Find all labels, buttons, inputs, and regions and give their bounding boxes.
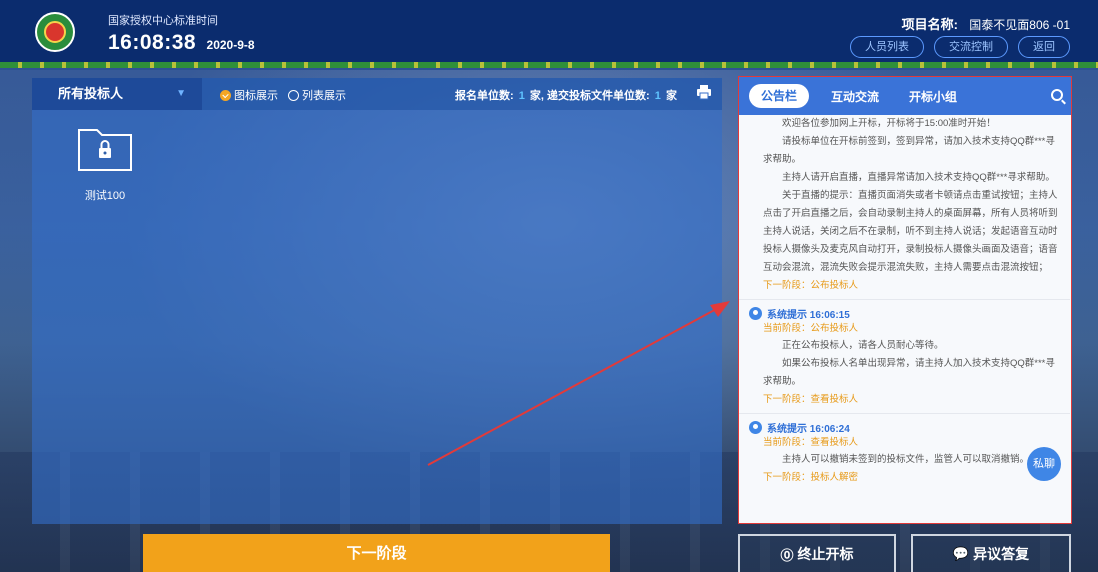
emblem-logo [35, 12, 75, 52]
message-line: 正在公布投标人，请各人员耐心等待。 [782, 340, 944, 351]
bidder-folder[interactable]: 测试100 [77, 126, 137, 203]
header-buttons: 人员列表 交流控制 返回 [850, 36, 1070, 58]
tab-interaction[interactable]: 互动交流 [831, 88, 879, 105]
tab-bid-team[interactable]: 开标小组 [909, 88, 957, 105]
system-message-title: 系统提示 16:06:15 [767, 310, 850, 321]
annotation-arrow [427, 301, 730, 466]
next-stage-label: 下一阶段：投标人解密 [763, 472, 859, 483]
objection-reply-button[interactable]: 💬 异议答复 [911, 534, 1071, 572]
system-avatar-icon [749, 307, 762, 320]
current-date: 2020-9-8 [206, 38, 255, 52]
bidder-filter-select[interactable]: 所有投标人 ▼ [32, 78, 202, 110]
current-time: 16:08:38 [108, 31, 197, 54]
notice-line: 主持人请开启直播，直播异常请加入技术支持QQ群***寻求帮助。 [782, 172, 1055, 183]
message-line: 如果公布投标人名单出现异常，请主持人加入技术支持QQ群***寻求帮助。 [763, 358, 1055, 387]
message-feed[interactable]: 欢迎各位参加网上开标，开标将于15:00准时开始！ 请投标单位在开标前签到，签到… [739, 115, 1070, 522]
system-avatar-icon [749, 421, 762, 434]
tab-bulletin[interactable]: 公告栏 [749, 84, 810, 108]
header-divider [0, 62, 1098, 68]
unit-counts: 报名单位数: 1 家, 递交投标文件单位数: 1 家 [455, 90, 677, 102]
folder-name: 测试100 [84, 190, 126, 202]
notice-line: 欢迎各位参加网上开标，开标将于15:00准时开始！ [782, 118, 996, 129]
project-value: 国泰不见面806 -01 [969, 18, 1070, 32]
notice-line: 关于直播的提示：直播页面消失或者卡顿请点击重试按钮；主持人点击了开启直播之后，会… [763, 190, 1058, 273]
top-header: 国家授权中心标准时间 16:08:38 2020-9-8 项目名称: 国泰不见面… [0, 0, 1098, 66]
next-stage-label: 下一阶段：公布投标人 [763, 280, 859, 291]
radio-icon [288, 89, 299, 101]
locked-folder-icon [78, 129, 132, 171]
back-button[interactable]: 返回 [1018, 36, 1070, 58]
bulletin-panel: 公告栏 互动交流 开标小组 欢迎各位参加网上开标，开标将于15:00准时开始！ … [738, 76, 1072, 524]
checked-radio-icon [220, 89, 231, 101]
next-stage-label: 下一阶段：查看投标人 [763, 394, 859, 405]
chat-bubble-icon: 💬 [952, 546, 970, 561]
stop-opening-button[interactable]: ⓪ 终止开标 [738, 534, 896, 572]
project-name: 项目名称: 国泰不见面806 -01 [902, 14, 1070, 33]
registered-count: 1 [518, 90, 525, 102]
view-list-option[interactable]: 列表展示 [288, 87, 346, 103]
bidder-filter-value: 所有投标人 [58, 86, 124, 101]
view-mode-options: 图标展示 列表展示 [220, 87, 346, 103]
view-icon-option[interactable]: 图标展示 [220, 87, 278, 103]
clock: 16:08:38 2020-9-8 [108, 31, 255, 55]
system-message-header: 系统提示 16:06:15 [749, 306, 1058, 321]
printer-icon[interactable] [696, 84, 712, 100]
next-stage-button[interactable]: 下一阶段 [143, 534, 610, 572]
project-key: 项目名称: [901, 17, 958, 32]
private-chat-button[interactable]: 私聊 [1027, 447, 1061, 481]
notice-line: 请投标单位在开标前签到，签到异常，请加入技术支持QQ群***寻求帮助。 [763, 136, 1055, 165]
communication-control-button[interactable]: 交流控制 [934, 36, 1008, 58]
caret-down-icon: ▼ [176, 88, 186, 99]
stop-icon: ⓪ [780, 547, 794, 563]
bulletin-tabs: 公告栏 互动交流 开标小组 [739, 77, 1071, 115]
current-stage-label: 当前阶段：公布投标人 [763, 323, 859, 334]
authority-label: 国家授权中心标准时间 [108, 15, 218, 27]
system-message-title: 系统提示 16:06:24 [767, 424, 850, 435]
search-icon[interactable] [1051, 89, 1063, 101]
message-line: 主持人可以撤销未签到的投标文件，监管人可以取消撤销。 [782, 454, 1030, 465]
personnel-list-button[interactable]: 人员列表 [850, 36, 924, 58]
system-message-header: 系统提示 16:06:24 [749, 420, 1058, 435]
current-stage-label: 当前阶段：查看投标人 [763, 437, 859, 448]
submitted-count: 1 [654, 90, 661, 102]
